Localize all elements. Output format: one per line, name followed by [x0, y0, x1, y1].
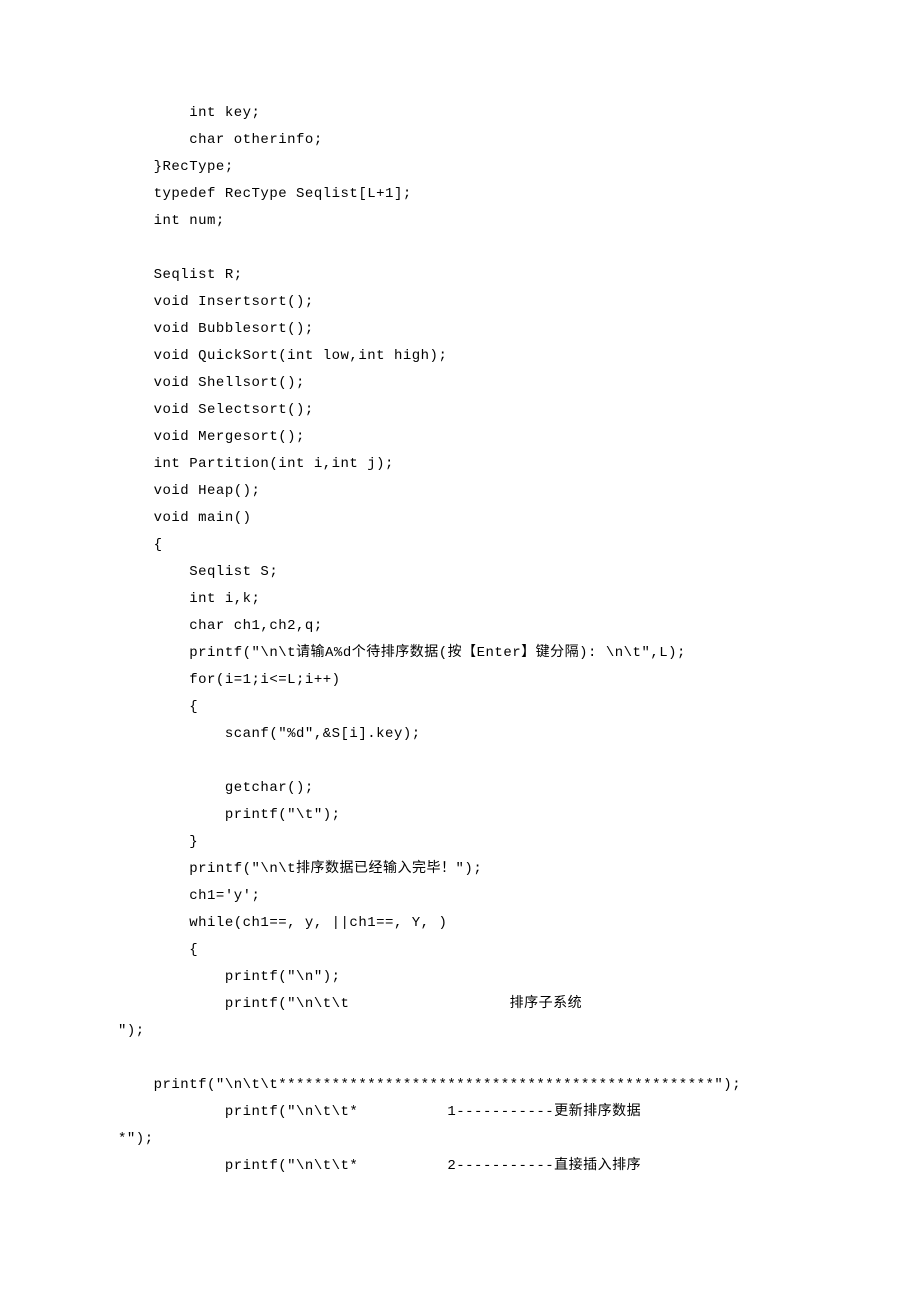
document-page: int key; char otherinfo; }RecType; typed…: [0, 0, 920, 1302]
code-block: int key; char otherinfo; }RecType; typed…: [0, 100, 920, 1180]
